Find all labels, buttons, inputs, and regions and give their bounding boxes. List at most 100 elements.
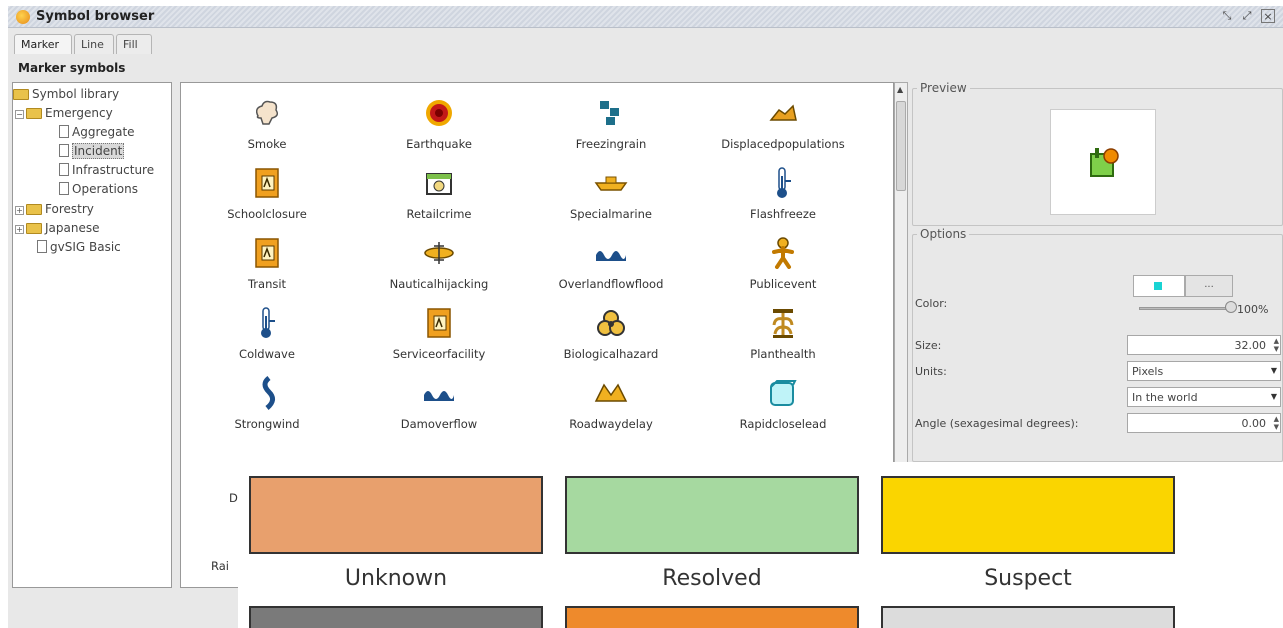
document-icon xyxy=(59,163,69,176)
scroll-up-icon[interactable]: ▲ xyxy=(897,85,903,94)
symbol-cell-displacedpopulations[interactable]: Displacedpopulations xyxy=(697,93,869,151)
symbol-cell-nauticalhijacking[interactable]: Nauticalhijacking xyxy=(353,233,525,291)
tree-item-incident[interactable]: Incident xyxy=(59,143,125,159)
title-bar[interactable]: Symbol browser ⤡ ⤢ × xyxy=(8,6,1283,28)
spinner-icon[interactable]: ▲ ▼ xyxy=(1269,415,1279,431)
symbol-cell-retailcrime[interactable]: Retailcrime xyxy=(353,163,525,221)
symbol-name: Freezingrain xyxy=(575,137,647,151)
expand-icon[interactable]: + xyxy=(15,225,24,234)
close-icon[interactable]: × xyxy=(1261,9,1275,23)
thermometer-icon xyxy=(247,303,287,343)
tab-line[interactable]: Line xyxy=(74,34,114,54)
units-select[interactable]: Pixels ▼ xyxy=(1127,361,1281,381)
angle-input[interactable]: 0.00 ▲ ▼ xyxy=(1127,413,1281,433)
road-icon xyxy=(591,373,631,413)
symbol-cell-flashfreeze[interactable]: Flashfreeze xyxy=(697,163,869,221)
size-label: Size: xyxy=(915,339,942,352)
doc-symbol-icon xyxy=(419,303,459,343)
folder-icon xyxy=(26,223,42,234)
symbol-cell-strongwind[interactable]: Strongwind xyxy=(181,373,353,431)
symbol-library-tree[interactable]: Symbol library − Emergency Aggregate Inci… xyxy=(12,82,172,588)
symbol-name: Displacedpopulations xyxy=(721,137,845,151)
color-swatch[interactable] xyxy=(1133,275,1185,297)
wave-icon xyxy=(419,373,459,413)
symbol-name: Publicevent xyxy=(749,277,817,291)
symbol-cell-earthquake[interactable]: Earthquake xyxy=(353,93,525,151)
symbol-name: Smoke xyxy=(247,137,287,151)
color-label: Color: xyxy=(915,297,948,310)
symbol-cell-roadwaydelay[interactable]: Roadwaydelay xyxy=(525,373,697,431)
symbol-cell-overlandflowflood[interactable]: Overlandflowflood xyxy=(525,233,697,291)
doc-symbol-icon xyxy=(247,163,287,203)
transparency-slider[interactable] xyxy=(1139,307,1235,310)
restore-icon[interactable]: ⤡ xyxy=(1220,9,1234,23)
document-icon xyxy=(59,144,69,157)
symbol-cell-planthealth[interactable]: Planthealth xyxy=(697,303,869,361)
units-label: Units: xyxy=(915,365,947,378)
partial-label: Rai xyxy=(211,559,229,573)
units-reference-select[interactable]: In the world ▼ xyxy=(1127,387,1281,407)
plant-icon xyxy=(763,303,803,343)
symbol-cell-serviceorfacility[interactable]: Serviceorfacility xyxy=(353,303,525,361)
biohazard-icon xyxy=(591,303,631,343)
legend-label-suspect: Suspect xyxy=(984,566,1072,591)
symbol-cell-schoolclosure[interactable]: Schoolclosure xyxy=(181,163,353,221)
tree-item-japanese[interactable]: + Japanese xyxy=(15,221,100,235)
symbol-cell-coldwave[interactable]: Coldwave xyxy=(181,303,353,361)
symbol-name: Nauticalhijacking xyxy=(389,277,489,291)
symbol-cell-specialmarine[interactable]: Specialmarine xyxy=(525,163,697,221)
preview-symbol-icon xyxy=(1087,146,1121,183)
symbol-cell-biologicalhazard[interactable]: Biologicalhazard xyxy=(525,303,697,361)
tree-item-gvsig-basic[interactable]: gvSIG Basic xyxy=(37,240,121,254)
tree-item-operations[interactable]: Operations xyxy=(59,182,138,196)
tree-item-forestry[interactable]: + Forestry xyxy=(15,202,94,216)
symbol-name: Transit xyxy=(247,277,287,291)
options-legend: Options xyxy=(917,227,970,241)
color-dot xyxy=(1154,282,1162,290)
symbol-name: Roadwaydelay xyxy=(569,417,653,431)
tree-item-infrastructure[interactable]: Infrastructure xyxy=(59,163,154,177)
wave-icon xyxy=(591,233,631,273)
document-icon xyxy=(37,240,47,253)
cube-icon xyxy=(763,373,803,413)
symbol-cell-damoverflow[interactable]: Damoverflow xyxy=(353,373,525,431)
folder-icon xyxy=(26,204,42,215)
symbol-cell-freezingrain[interactable]: Freezingrain xyxy=(525,93,697,151)
tree-item-emergency[interactable]: − Emergency xyxy=(15,106,113,120)
symbol-cell-smoke[interactable]: Smoke xyxy=(181,93,353,151)
symbol-cell-rapidcloselead[interactable]: Rapidcloselead xyxy=(697,373,869,431)
size-input[interactable]: 32.00 ▲ ▼ xyxy=(1127,335,1281,355)
preview-group: Preview xyxy=(912,81,1283,226)
slider-thumb[interactable] xyxy=(1225,301,1237,313)
app-icon xyxy=(16,10,30,24)
tree-item-symbol-library[interactable]: Symbol library xyxy=(13,87,119,101)
spinner-icon[interactable]: ▲ ▼ xyxy=(1269,337,1279,353)
dropdown-arrow-icon: ▼ xyxy=(1270,392,1277,401)
status-legend: Unknown Resolved Suspect xyxy=(238,462,1283,628)
document-icon xyxy=(59,182,69,195)
maximize-icon[interactable]: ⤢ xyxy=(1240,9,1254,23)
symbol-cell-transit[interactable]: Transit xyxy=(181,233,353,291)
symbol-name: Earthquake xyxy=(406,137,472,151)
tree-item-aggregate[interactable]: Aggregate xyxy=(59,125,135,139)
expand-icon[interactable]: + xyxy=(15,206,24,215)
boat-icon xyxy=(591,163,631,203)
freezingrain-icon xyxy=(591,93,631,133)
options-group: Options Color: ... 100% Size: 32.00 ▲ ▼ U… xyxy=(912,227,1283,462)
status-strip xyxy=(16,590,246,628)
doc-symbol-icon xyxy=(247,233,287,273)
angle-label: Angle (sexagesimal degrees): xyxy=(915,417,1079,430)
symbol-name: Flashfreeze xyxy=(750,207,816,221)
legend-label-resolved: Resolved xyxy=(662,566,762,591)
scroll-thumb[interactable] xyxy=(896,101,906,191)
nautical-icon xyxy=(419,233,459,273)
color-picker-button[interactable]: ... xyxy=(1185,275,1233,297)
tab-marker[interactable]: Marker xyxy=(14,34,72,54)
symbol-name: Planthealth xyxy=(750,347,816,361)
collapse-icon[interactable]: − xyxy=(15,110,24,119)
tab-fill[interactable]: Fill xyxy=(116,34,152,54)
symbol-name: Schoolclosure xyxy=(227,207,307,221)
legend-swatch-orange xyxy=(565,606,859,628)
symbol-cell-publicevent[interactable]: Publicevent xyxy=(697,233,869,291)
window-title: Symbol browser xyxy=(36,9,155,24)
